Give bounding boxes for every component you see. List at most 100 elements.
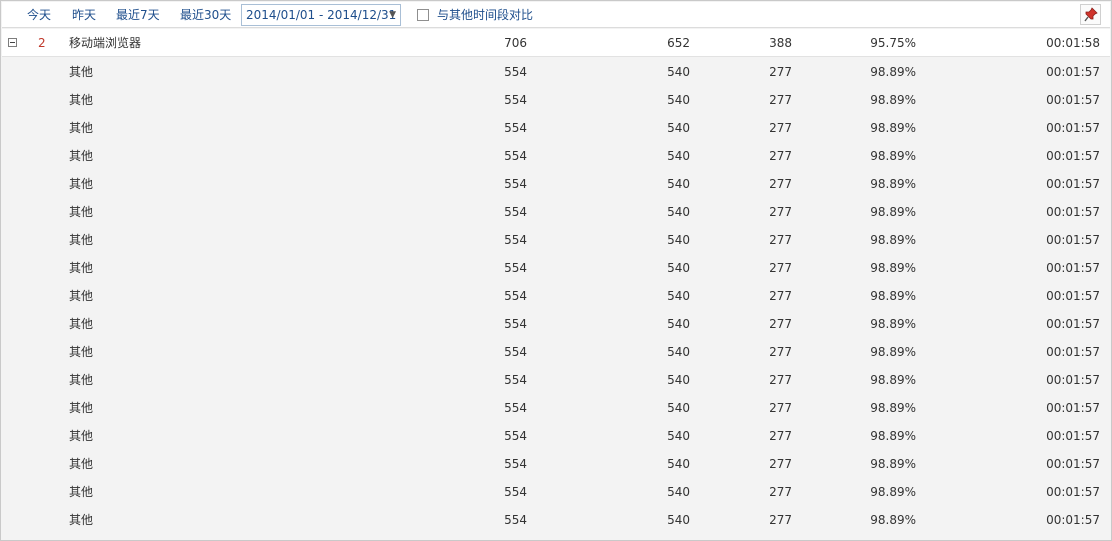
row-value-3: 277 xyxy=(769,149,792,163)
row-value-4: 98.89% xyxy=(870,401,916,415)
row-value-5: 00:01:57 xyxy=(1046,65,1100,79)
collapse-icon[interactable] xyxy=(8,38,17,47)
table-row: 其他 554 540 277 98.89% 00:01:57 xyxy=(2,478,1110,506)
row-name: 其他 xyxy=(69,65,94,79)
table-row: 其他 554 540 277 98.89% 00:01:57 xyxy=(2,450,1110,478)
row-value-4: 98.89% xyxy=(870,121,916,135)
row-name: 其他 xyxy=(69,205,94,219)
row-value-4: 98.89% xyxy=(870,317,916,331)
group-value-1: 706 xyxy=(504,36,527,50)
row-value-4: 98.89% xyxy=(870,457,916,471)
row-value-3: 277 xyxy=(769,289,792,303)
row-value-1: 554 xyxy=(504,317,527,331)
row-value-5: 00:01:57 xyxy=(1046,317,1100,331)
row-value-5: 00:01:57 xyxy=(1046,345,1100,359)
row-name: 其他 xyxy=(69,513,94,527)
row-value-4: 98.89% xyxy=(870,149,916,163)
row-value-1: 554 xyxy=(504,149,527,163)
group-row-mobile-browsers: 2 移动端浏览器 706 652 388 95.75% 00:01:58 xyxy=(2,29,1110,57)
row-value-2: 540 xyxy=(667,485,690,499)
row-value-5: 00:01:57 xyxy=(1046,513,1100,527)
pin-icon xyxy=(1084,7,1098,22)
row-value-1: 554 xyxy=(504,261,527,275)
row-value-2: 540 xyxy=(667,65,690,79)
range-last7-link[interactable]: 最近7天 xyxy=(116,2,160,28)
table-row: 其他 554 540 277 98.89% 00:01:57 xyxy=(2,422,1110,450)
row-value-3: 277 xyxy=(769,261,792,275)
compare-label[interactable]: 与其他时间段对比 xyxy=(437,2,533,28)
row-name: 其他 xyxy=(69,485,94,499)
report-panel: 今天 昨天 最近7天 最近30天 2014/01/01 - 2014/12/31… xyxy=(0,0,1112,541)
row-value-5: 00:01:57 xyxy=(1046,149,1100,163)
row-value-4: 98.89% xyxy=(870,261,916,275)
row-value-3: 277 xyxy=(769,205,792,219)
row-value-5: 00:01:57 xyxy=(1046,401,1100,415)
table-row: 其他 554 540 277 98.89% 00:01:57 xyxy=(2,58,1110,86)
row-name: 其他 xyxy=(69,121,94,135)
row-value-2: 540 xyxy=(667,401,690,415)
row-name: 其他 xyxy=(69,93,94,107)
group-value-2: 652 xyxy=(667,36,690,50)
row-name: 其他 xyxy=(69,233,94,247)
row-value-2: 540 xyxy=(667,289,690,303)
row-value-1: 554 xyxy=(504,429,527,443)
row-value-2: 540 xyxy=(667,513,690,527)
range-last30-link[interactable]: 最近30天 xyxy=(180,2,231,28)
table-row: 其他 554 540 277 98.89% 00:01:57 xyxy=(2,198,1110,226)
row-value-3: 277 xyxy=(769,485,792,499)
row-value-3: 277 xyxy=(769,373,792,387)
row-name: 其他 xyxy=(69,317,94,331)
range-yesterday-link[interactable]: 昨天 xyxy=(72,2,96,28)
row-value-4: 98.89% xyxy=(870,233,916,247)
row-value-4: 98.89% xyxy=(870,93,916,107)
row-value-4: 98.89% xyxy=(870,485,916,499)
row-value-5: 00:01:57 xyxy=(1046,121,1100,135)
browser-rows: 其他 554 540 277 98.89% 00:01:57 其他 554 54… xyxy=(2,58,1110,534)
row-value-1: 554 xyxy=(504,289,527,303)
row-value-1: 554 xyxy=(504,177,527,191)
chevron-down-icon: ▼ xyxy=(389,10,396,20)
compare-checkbox[interactable] xyxy=(417,9,429,21)
group-value-3: 388 xyxy=(769,36,792,50)
row-value-3: 277 xyxy=(769,65,792,79)
range-today-link[interactable]: 今天 xyxy=(27,2,51,28)
row-value-5: 00:01:57 xyxy=(1046,177,1100,191)
date-range-select[interactable]: 2014/01/01 - 2014/12/31 ▼ xyxy=(241,4,401,26)
row-value-3: 277 xyxy=(769,345,792,359)
group-index: 2 xyxy=(38,36,46,50)
row-value-2: 540 xyxy=(667,261,690,275)
row-value-2: 540 xyxy=(667,373,690,387)
row-value-3: 277 xyxy=(769,121,792,135)
row-name: 其他 xyxy=(69,373,94,387)
table-row: 其他 554 540 277 98.89% 00:01:57 xyxy=(2,338,1110,366)
table-row: 其他 554 540 277 98.89% 00:01:57 xyxy=(2,506,1110,534)
table-row: 其他 554 540 277 98.89% 00:01:57 xyxy=(2,394,1110,422)
group-value-5: 00:01:58 xyxy=(1046,36,1100,50)
group-value-4: 95.75% xyxy=(870,36,916,50)
row-value-1: 554 xyxy=(504,373,527,387)
row-value-1: 554 xyxy=(504,485,527,499)
row-name: 其他 xyxy=(69,289,94,303)
row-value-3: 277 xyxy=(769,513,792,527)
table-row: 其他 554 540 277 98.89% 00:01:57 xyxy=(2,254,1110,282)
table-row: 其他 554 540 277 98.89% 00:01:57 xyxy=(2,366,1110,394)
row-name: 其他 xyxy=(69,261,94,275)
date-range-value: 2014/01/01 - 2014/12/31 xyxy=(246,8,397,22)
group-name: 移动端浏览器 xyxy=(69,36,142,50)
row-value-1: 554 xyxy=(504,513,527,527)
row-name: 其他 xyxy=(69,401,94,415)
table-row: 其他 554 540 277 98.89% 00:01:57 xyxy=(2,114,1110,142)
row-value-3: 277 xyxy=(769,457,792,471)
row-value-1: 554 xyxy=(504,65,527,79)
pin-button[interactable] xyxy=(1080,4,1101,25)
table-row: 其他 554 540 277 98.89% 00:01:57 xyxy=(2,86,1110,114)
row-name: 其他 xyxy=(69,345,94,359)
row-name: 其他 xyxy=(69,457,94,471)
row-name: 其他 xyxy=(69,429,94,443)
row-value-5: 00:01:57 xyxy=(1046,233,1100,247)
row-value-5: 00:01:57 xyxy=(1046,373,1100,387)
row-value-2: 540 xyxy=(667,457,690,471)
row-name: 其他 xyxy=(69,149,94,163)
table-row: 其他 554 540 277 98.89% 00:01:57 xyxy=(2,310,1110,338)
row-value-5: 00:01:57 xyxy=(1046,485,1100,499)
